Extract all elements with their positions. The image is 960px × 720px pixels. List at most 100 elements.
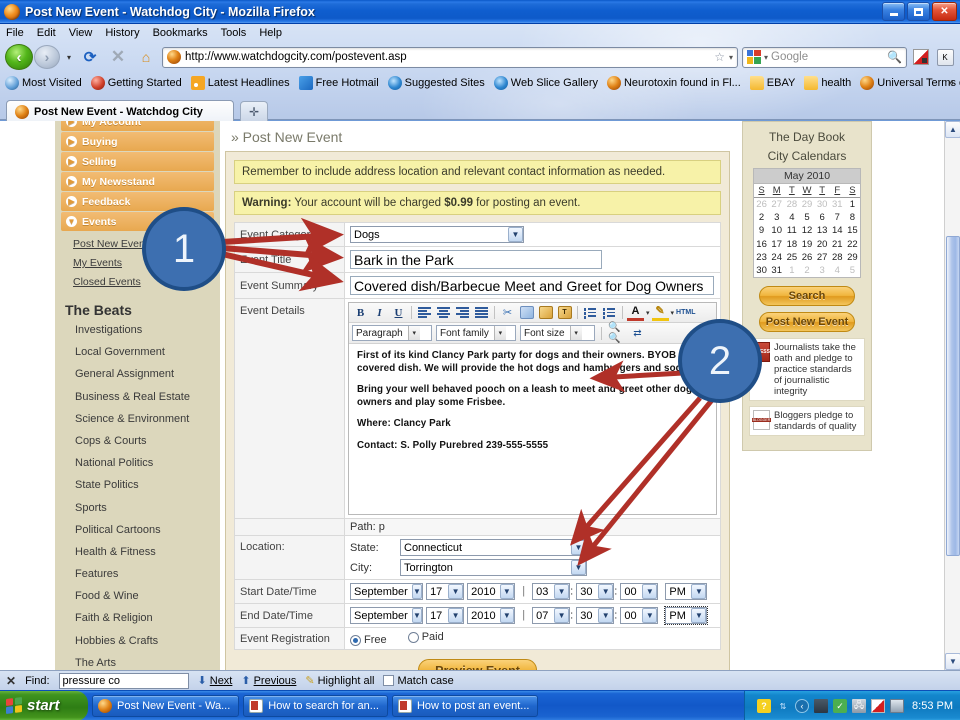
beat-national-politics[interactable]: National Politics: [75, 457, 220, 469]
calendar-day[interactable]: 30: [815, 198, 830, 212]
search-bar[interactable]: ▾ Google 🔍: [742, 46, 907, 68]
calendar-day[interactable]: 24: [769, 251, 784, 264]
calendar-day[interactable]: 1: [845, 198, 860, 212]
calendar-day[interactable]: 3: [815, 264, 830, 277]
taskbar-button-doc1[interactable]: How to search for an...: [243, 694, 388, 717]
calendar-day[interactable]: 5: [799, 211, 814, 224]
end-hour-select[interactable]: 07 ▼: [532, 607, 571, 624]
url-dropdown-icon[interactable]: ▾: [729, 53, 733, 62]
bookmark-folder-ebay[interactable]: EBAY: [749, 76, 795, 90]
calendar-day[interactable]: 29: [845, 251, 860, 264]
chevron-down-icon[interactable]: ▼: [598, 584, 614, 599]
start-year-select[interactable]: 2010 ▼: [467, 583, 516, 600]
chevron-down-icon[interactable]: ▼: [691, 584, 707, 599]
taskbar-button-doc2[interactable]: How to post an event...: [391, 694, 539, 717]
start-ampm-select[interactable]: PM ▼: [665, 583, 708, 600]
security-shield-icon[interactable]: ✓: [833, 699, 848, 713]
beat-general-assignment[interactable]: General Assignment: [75, 368, 220, 380]
help-icon[interactable]: ?: [757, 699, 772, 713]
calendar-day[interactable]: 26: [754, 198, 769, 212]
beat-health-fitness[interactable]: Health & Fitness: [75, 546, 220, 558]
bookmark-most-visited[interactable]: Most Visited: [5, 76, 82, 90]
beat-political-cartoons[interactable]: Political Cartoons: [75, 524, 220, 536]
bookmark-star-icon[interactable]: ☆: [714, 50, 725, 64]
find-previous-button[interactable]: ⬆ Previous: [241, 674, 296, 688]
calendar-widget[interactable]: May 2010 S M T W T F S 26 27 28 29 30 31 1 234…: [753, 168, 861, 279]
chevron-down-icon[interactable]: ▼: [554, 608, 570, 623]
beat-local-government[interactable]: Local Government: [75, 346, 220, 358]
event-title-input[interactable]: Bark in the Park: [350, 250, 602, 269]
calendar-day[interactable]: 6: [815, 211, 830, 224]
sidebar-item-events[interactable]: ▼ Events: [61, 212, 214, 231]
state-select[interactable]: Connecticut ▼: [400, 539, 587, 556]
calendar-day[interactable]: 2: [799, 264, 814, 277]
menu-tools[interactable]: Tools: [221, 27, 247, 39]
calendar-day[interactable]: 31: [769, 264, 784, 277]
forward-button[interactable]: ›: [34, 45, 60, 69]
calendar-day[interactable]: 11: [784, 224, 799, 237]
calendar-day[interactable]: 19: [799, 238, 814, 251]
end-second-select[interactable]: 00 ▼: [620, 607, 659, 624]
calendar-day[interactable]: 3: [769, 211, 784, 224]
calendar-day[interactable]: 23: [754, 251, 769, 264]
bookmark-suggested-sites[interactable]: Suggested Sites: [387, 76, 485, 90]
beat-business-real-estate[interactable]: Business & Real Estate: [75, 391, 220, 403]
end-ampm-select[interactable]: PM ▼: [664, 606, 709, 625]
calendar-day[interactable]: 14: [830, 224, 845, 237]
beat-state-politics[interactable]: State Politics: [75, 479, 220, 491]
chevron-down-icon[interactable]: ▼: [448, 608, 464, 623]
beat-food-wine[interactable]: Food & Wine: [75, 590, 220, 602]
scroll-up-button[interactable]: ▲: [945, 121, 960, 138]
radio-free[interactable]: Free: [350, 634, 387, 646]
network-icon[interactable]: 🖧: [852, 699, 867, 713]
bookmark-free-hotmail[interactable]: Free Hotmail: [298, 76, 379, 90]
align-justify-icon[interactable]: [473, 305, 490, 321]
sidebar-item-feedback[interactable]: ▶ Feedback: [61, 192, 214, 211]
calendar-day[interactable]: 4: [784, 211, 799, 224]
sidebar-item-my-newsstand[interactable]: ▶ My Newsstand: [61, 172, 214, 191]
sidebar-item-selling[interactable]: ▶ Selling: [61, 152, 214, 171]
chevron-down-icon[interactable]: ▼: [499, 608, 515, 623]
show-hidden-icons-icon[interactable]: ‹: [795, 699, 810, 713]
start-hour-select[interactable]: 03 ▼: [532, 583, 571, 600]
city-select[interactable]: Torrington ▼: [400, 559, 587, 576]
italic-icon[interactable]: I: [371, 305, 388, 321]
radio-paid[interactable]: Paid: [407, 631, 444, 643]
editor-content-area[interactable]: First of its kind Clancy Park party for …: [349, 344, 716, 514]
calendar-day[interactable]: 4: [830, 264, 845, 277]
calendar-day[interactable]: 21: [830, 238, 845, 251]
calendar-day[interactable]: 7: [830, 211, 845, 224]
start-button[interactable]: start: [0, 690, 88, 720]
calendar-day[interactable]: 2: [754, 211, 769, 224]
chevron-down-icon[interactable]: ▼: [642, 608, 658, 623]
url-bar[interactable]: http://www.watchdogcity.com/postevent.as…: [162, 46, 738, 68]
align-center-icon[interactable]: [435, 305, 452, 321]
cut-icon[interactable]: ✂: [499, 305, 516, 321]
tab-post-new-event[interactable]: Post New Event - Watchdog City: [6, 100, 234, 122]
stop-icon[interactable]: ✕: [106, 45, 130, 69]
calendar-day[interactable]: 27: [815, 251, 830, 264]
menu-bookmarks[interactable]: Bookmarks: [153, 27, 208, 39]
calendar-day[interactable]: 22: [845, 238, 860, 251]
chevron-down-icon[interactable]: ▼: [448, 584, 464, 599]
font-family-select[interactable]: Font family ▾: [436, 325, 516, 341]
beat-investigations[interactable]: Investigations: [75, 324, 220, 336]
chevron-down-icon[interactable]: ▾: [646, 309, 650, 317]
find-input[interactable]: pressure co: [58, 672, 189, 689]
paragraph-style-select[interactable]: Paragraph ▾: [352, 325, 432, 341]
highlight-color-icon[interactable]: ✎: [651, 305, 669, 321]
match-case-checkbox[interactable]: Match case: [383, 675, 454, 687]
new-tab-button[interactable]: ✛: [240, 101, 268, 121]
chevron-down-icon[interactable]: ▼: [571, 540, 586, 555]
font-size-select[interactable]: Font size ▾: [520, 325, 595, 341]
chevron-down-icon[interactable]: ▾: [569, 326, 582, 340]
scroll-down-button[interactable]: ▼: [945, 653, 960, 670]
calendar-day[interactable]: 10: [769, 224, 784, 237]
calendar-day[interactable]: 9: [754, 224, 769, 237]
end-minute-select[interactable]: 30 ▼: [576, 607, 615, 624]
back-button[interactable]: ‹: [5, 44, 33, 70]
calendar-day[interactable]: 1: [784, 264, 799, 277]
text-color-icon[interactable]: A: [627, 305, 644, 321]
calendar-day[interactable]: 12: [799, 224, 814, 237]
calendar-day[interactable]: 27: [769, 198, 784, 212]
